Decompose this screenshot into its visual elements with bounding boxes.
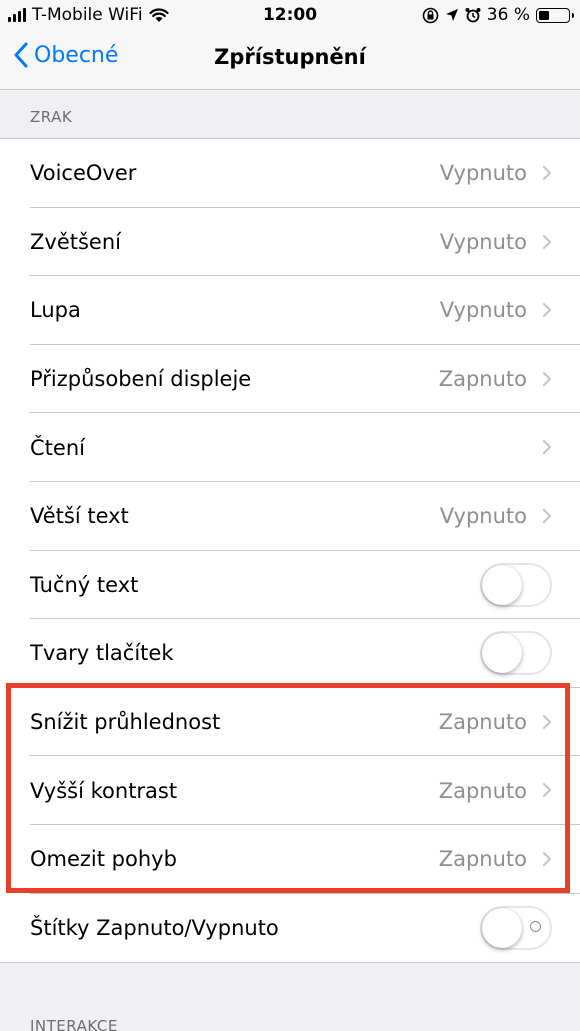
row-value: Zapnuto <box>438 710 527 735</box>
settings-row[interactable]: Snížit průhlednost Zapnuto <box>0 688 580 757</box>
status-bar: T-Mobile WiFi 12:00 36 % <box>0 0 580 30</box>
row-label: Přizpůsobení displeje <box>30 367 252 392</box>
toggle-knob <box>482 633 522 674</box>
settings-row[interactable]: Přizpůsobení displeje Zapnuto <box>0 345 580 414</box>
row-label: Omezit pohyb <box>30 847 177 872</box>
row-label: Vyšší kontrast <box>30 778 178 803</box>
chevron-right-icon <box>542 166 552 180</box>
battery-percent: 36 % <box>486 5 530 25</box>
settings-list: VoiceOver Vypnuto Zvětšení Vypnuto Lupa Vypnu… <box>0 138 580 964</box>
chevron-right-icon <box>542 371 552 386</box>
row-value: Zapnuto <box>438 847 527 872</box>
chevron-right-icon <box>542 234 552 249</box>
row-value: Vypnuto <box>439 229 527 254</box>
chevron-right-icon <box>542 508 552 523</box>
chevron-right-icon <box>542 851 552 866</box>
toggle-switch[interactable] <box>480 905 552 950</box>
settings-row[interactable]: Větší text Vypnuto <box>0 482 580 551</box>
row-label: Tučný text <box>30 572 139 597</box>
row-label: Zvětšení <box>30 229 121 254</box>
row-label: Štítky Zapnuto/Vypnuto <box>30 915 279 940</box>
row-value: Vypnuto <box>439 298 527 323</box>
toggle-off-indicator-icon <box>530 920 541 932</box>
chevron-right-icon <box>542 783 552 798</box>
toggle-switch[interactable] <box>480 631 552 676</box>
location-icon <box>445 9 458 21</box>
row-label: Snížit průhlednost <box>30 710 221 735</box>
screen: T-Mobile WiFi 12:00 36 % Obecné Zpřístup… <box>0 0 580 1031</box>
orientation-lock-icon <box>422 7 439 23</box>
navigation-bar: Obecné Zpřístupnění <box>0 30 580 90</box>
settings-row[interactable]: Tučný text <box>0 551 580 620</box>
settings-row[interactable]: Zvětšení Vypnuto <box>0 208 580 277</box>
page-title: Zpřístupnění <box>214 45 366 69</box>
chevron-right-icon <box>542 440 552 455</box>
settings-row[interactable]: VoiceOver Vypnuto <box>0 139 580 208</box>
row-label: Tvary tlačítek <box>30 641 174 666</box>
settings-row[interactable]: Vyšší kontrast Zapnuto <box>0 756 580 825</box>
toggle-switch[interactable] <box>480 562 552 607</box>
row-value: Zapnuto <box>438 778 527 803</box>
row-label: VoiceOver <box>30 161 137 186</box>
toggle-knob <box>482 564 522 605</box>
settings-row[interactable]: Štítky Zapnuto/Vypnuto <box>0 894 580 963</box>
row-label: Čtení <box>30 435 85 460</box>
row-label: Lupa <box>30 298 81 323</box>
row-value: Vypnuto <box>439 504 527 529</box>
settings-row[interactable]: Tvary tlačítek <box>0 619 580 688</box>
row-value: Vypnuto <box>439 161 527 186</box>
row-value: Zapnuto <box>438 367 527 392</box>
alarm-icon <box>465 8 481 23</box>
battery-fill <box>539 10 549 20</box>
settings-row[interactable]: Lupa Vypnuto <box>0 276 580 345</box>
toggle-knob <box>482 907 522 948</box>
settings-row[interactable]: Čtení <box>0 413 580 482</box>
settings-row[interactable]: Omezit pohyb Zapnuto <box>0 825 580 894</box>
battery-icon <box>536 7 574 23</box>
status-right: 36 % <box>422 5 574 25</box>
row-label: Větší text <box>30 504 129 529</box>
chevron-right-icon <box>542 714 552 729</box>
chevron-right-icon <box>542 303 552 318</box>
section-header-vision: ZRAK <box>30 108 73 126</box>
section-header-interaction: INTERAKCE <box>30 1017 118 1031</box>
